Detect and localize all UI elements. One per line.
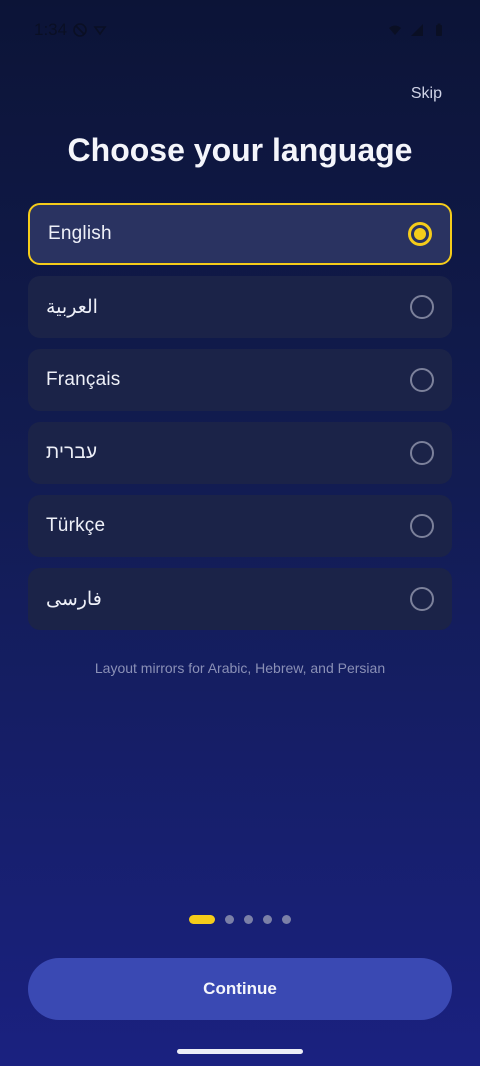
radio-unselected-icon[interactable]: [410, 441, 434, 465]
page-dot: [244, 915, 253, 924]
language-label: English: [48, 223, 112, 244]
language-label: فارسی: [46, 588, 102, 610]
page-dot: [282, 915, 291, 924]
language-list: English العربية Français עברית Türkçe فا…: [28, 203, 452, 641]
home-indicator[interactable]: [177, 1049, 303, 1054]
page-dot: [263, 915, 272, 924]
radio-unselected-icon[interactable]: [410, 368, 434, 392]
language-label: Français: [46, 369, 121, 390]
notification-icon: [93, 26, 107, 36]
language-label: العربية: [46, 296, 98, 318]
radio-unselected-icon[interactable]: [410, 587, 434, 611]
layout-note: Layout mirrors for Arabic, Hebrew, and P…: [94, 660, 386, 676]
language-label: Türkçe: [46, 515, 106, 536]
radio-unselected-icon[interactable]: [410, 295, 434, 319]
signal-icon: [411, 24, 423, 36]
language-option-english[interactable]: English: [28, 203, 452, 265]
language-option-hebrew[interactable]: עברית: [28, 422, 452, 484]
radio-selected-icon[interactable]: [408, 222, 432, 246]
page-indicator: [0, 915, 480, 924]
status-left: 1:34: [34, 20, 107, 40]
continue-button[interactable]: Continue: [28, 958, 452, 1020]
status-right: [388, 23, 446, 37]
page-dot-active: [189, 915, 215, 924]
page-dot: [225, 915, 234, 924]
language-label: עברית: [46, 442, 98, 463]
dnd-icon: [73, 23, 87, 37]
status-time: 1:34: [34, 20, 68, 39]
page-title: Choose your language: [67, 132, 413, 168]
language-option-persian[interactable]: فارسی: [28, 568, 452, 630]
language-option-arabic[interactable]: العربية: [28, 276, 452, 338]
language-option-turkish[interactable]: Türkçe: [28, 495, 452, 557]
status-bar: 1:34: [0, 0, 480, 60]
battery-icon: [436, 23, 442, 36]
wifi-icon: [389, 25, 401, 35]
language-option-french[interactable]: Français: [28, 349, 452, 411]
skip-button[interactable]: Skip: [405, 84, 448, 104]
radio-unselected-icon[interactable]: [410, 514, 434, 538]
